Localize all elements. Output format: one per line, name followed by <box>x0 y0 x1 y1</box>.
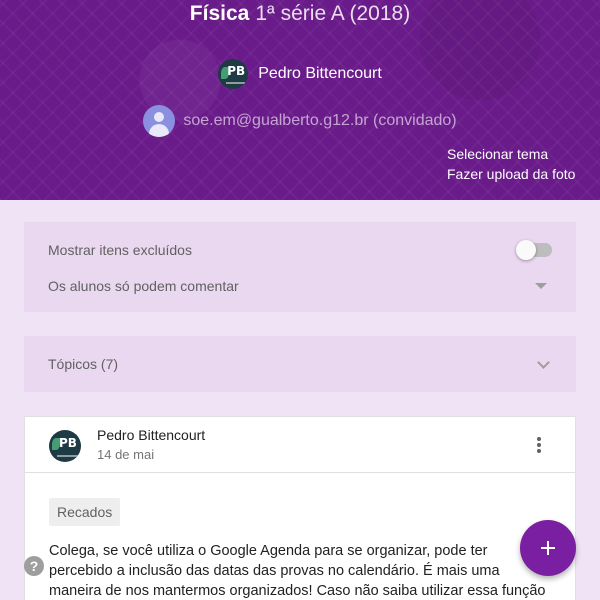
class-title: Física 1ª série A (2018) <box>0 2 600 26</box>
topics-expander[interactable]: Tópicos (7) <box>24 336 576 392</box>
post-card: PB Pedro Bittencourt 14 de mai Recados C… <box>24 416 576 600</box>
topic-chip[interactable]: Recados <box>49 498 121 526</box>
upload-photo-link[interactable]: Fazer upload da foto <box>447 166 575 182</box>
help-icon[interactable]: ? <box>24 556 44 576</box>
show-deleted-row: Mostrar itens excluídos <box>48 240 552 260</box>
show-deleted-label: Mostrar itens excluídos <box>48 242 192 258</box>
guest-avatar-icon <box>143 105 176 137</box>
topics-label: Tópicos (7) <box>48 356 119 372</box>
class-section: 1ª série A (2018) <box>255 2 411 25</box>
chevron-down-icon[interactable] <box>537 355 550 369</box>
comment-permission-value: Os alunos só podem comentar <box>48 278 239 294</box>
dropdown-arrow-icon[interactable] <box>535 283 547 289</box>
stream-settings-card: Mostrar itens excluídos Os alunos só pod… <box>24 222 576 312</box>
post-body: Colega, se você utiliza o Google Agenda … <box>49 543 546 599</box>
show-deleted-toggle[interactable] <box>516 240 552 260</box>
author-avatar-icon: PB <box>49 430 81 462</box>
class-name: Física <box>189 2 250 25</box>
post-author: Pedro Bittencourt <box>97 427 206 443</box>
post-header: PB Pedro Bittencourt 14 de mai <box>25 417 575 473</box>
more-vert-icon[interactable] <box>533 436 545 454</box>
guest-row: soe.em@gualberto.g12.br (convidado) <box>0 105 600 137</box>
guest-email: soe.em@gualberto.g12.br (convidado) <box>183 112 457 129</box>
select-theme-link[interactable]: Selecionar tema <box>447 146 548 162</box>
post-date: 14 de mai <box>97 447 155 462</box>
teacher-row: PB Pedro Bittencourt <box>0 59 600 89</box>
class-banner: Física 1ª série A (2018) PB Pedro Bittenc… <box>0 0 600 200</box>
add-icon[interactable] <box>520 520 576 576</box>
teacher-name: Pedro Bittencourt <box>258 65 382 82</box>
pb-avatar-icon: PB <box>218 59 249 89</box>
comment-permission-select[interactable]: Os alunos só podem comentar <box>48 276 552 296</box>
